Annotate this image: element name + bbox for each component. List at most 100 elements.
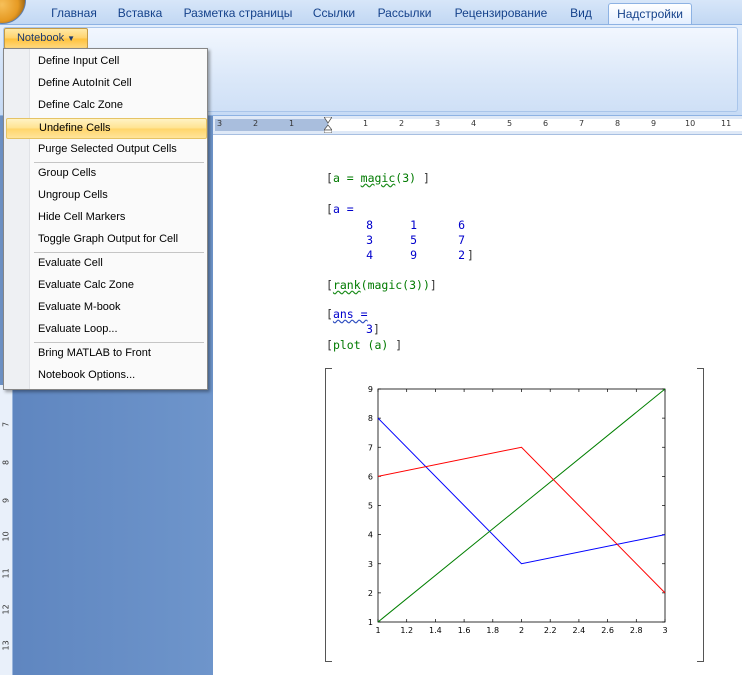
input-operator: = [339, 171, 361, 185]
x-tick-label: 2.6 [601, 626, 614, 635]
menu-item-evaluate-loop[interactable]: Evaluate Loop... [6, 319, 205, 340]
matrix-cell: 8 [366, 218, 373, 232]
output-matrix: 8 1 6 3 5 7 4 9 2 ] [353, 218, 474, 264]
tab-view[interactable]: Вид [562, 3, 600, 23]
matrix-cell: 2 [458, 248, 465, 262]
input-plot-command: plot (a) [332, 338, 389, 352]
menu-item-hide-cell-markers[interactable]: Hide Cell Markers [6, 207, 205, 228]
menu-item-define-autoinit-cell[interactable]: Define AutoInit Cell [6, 73, 205, 94]
ans-value: 3 [366, 322, 373, 336]
matrix-cell: 4 [366, 248, 373, 262]
output-cell-label: [a = [326, 202, 354, 216]
x-tick-label: 2 [519, 626, 524, 635]
menu-item-group-cells[interactable]: Group Cells [6, 163, 205, 184]
menu-item-label: Toggle Graph Output for Cell [38, 233, 179, 245]
vruler-number: 8 [1, 459, 11, 466]
matrix-cell: 7 [458, 233, 465, 247]
menu-item-label: Define AutoInit Cell [38, 77, 132, 89]
menu-item-evaluate-calc-zone[interactable]: Evaluate Calc Zone [6, 275, 205, 296]
tab-review[interactable]: Рецензирование [450, 3, 552, 23]
input-cell-magic[interactable]: [a = magic(3) ] [326, 171, 430, 185]
notebook-dropdown-menu: Define Input Cell Define AutoInit Cell D… [3, 48, 208, 390]
tab-home[interactable]: Главная [45, 3, 103, 23]
ruler-number: 10 [685, 119, 696, 128]
indent-marker-icon[interactable] [324, 117, 332, 133]
graph-output: 1 1.2 1.4 1.6 1.8 2 2.2 2.4 2.6 2.8 3 1 2 3 4 5 6 7 8 9 [325, 368, 705, 662]
y-tick-label: 6 [368, 472, 373, 481]
output-cell-ans: [ans = [326, 307, 368, 321]
ruler-number: 4 [471, 119, 477, 128]
menu-item-label: Evaluate M-book [38, 301, 121, 313]
menu-item-label: Define Calc Zone [38, 99, 123, 111]
matrix-cell: 9 [410, 248, 417, 262]
horizontal-ruler[interactable]: 3 2 1 1 2 3 4 5 6 7 8 9 10 11 [213, 116, 742, 135]
notebook-button-label: Notebook [16, 32, 65, 44]
menu-item-label: Purge Selected Output Cells [38, 143, 177, 155]
menu-item-define-calc-zone[interactable]: Define Calc Zone [6, 95, 205, 116]
y-tick-label: 9 [368, 385, 373, 394]
tab-addins[interactable]: Надстройки [608, 3, 692, 24]
menu-item-label: Define Input Cell [38, 55, 120, 67]
y-tick-label: 5 [368, 502, 373, 511]
ruler-number: 8 [615, 119, 621, 128]
ruler-number: 3 [217, 119, 223, 128]
x-tick-label: 1.8 [486, 626, 499, 635]
ruler-number: 11 [721, 119, 732, 128]
menu-item-label: Bring MATLAB to Front [38, 347, 151, 359]
graph-left-bracket [325, 368, 332, 662]
y-tick-label: 8 [368, 414, 373, 423]
menu-item-label: Undefine Cells [39, 122, 111, 134]
x-tick-label: 3 [662, 626, 667, 635]
menu-item-evaluate-cell[interactable]: Evaluate Cell [6, 253, 205, 274]
menu-item-ungroup-cells[interactable]: Ungroup Cells [6, 185, 205, 206]
tab-references[interactable]: Ссылки [306, 3, 362, 23]
input-cell-plot[interactable]: [plot (a) ] [326, 338, 402, 352]
output-label: a = [332, 202, 354, 216]
input-variable: a [332, 171, 340, 185]
input-function: rank [332, 278, 361, 292]
menu-item-notebook-options[interactable]: Notebook Options... [6, 365, 205, 386]
matrix-cell: 3 [366, 233, 373, 247]
matrix-cell: 1 [410, 218, 417, 232]
input-args: (3) [395, 171, 417, 185]
y-tick-label: 4 [368, 531, 373, 540]
x-tick-label: 1.6 [458, 626, 471, 635]
x-tick-label: 2.2 [544, 626, 557, 635]
ruler-number: 5 [507, 119, 513, 128]
menu-item-bring-matlab-front[interactable]: Bring MATLAB to Front [6, 343, 205, 364]
x-tick-label: 2.4 [573, 626, 586, 635]
x-tick-label: 1.4 [429, 626, 442, 635]
input-function: magic [360, 171, 396, 185]
document-page[interactable]: [a = magic(3) ] [a = 8 1 6 3 5 7 4 9 2 ]… [213, 135, 742, 675]
notebook-menu-button[interactable]: Notebook ▼ [4, 28, 88, 49]
menu-item-define-input-cell[interactable]: Define Input Cell [6, 51, 205, 72]
menu-item-label: Hide Cell Markers [38, 211, 126, 223]
input-cell-rank[interactable]: [rank(magic(3))] [326, 278, 437, 292]
office-button[interactable] [0, 0, 26, 24]
x-tick-label: 1 [375, 626, 380, 635]
vruler-number: 9 [1, 497, 11, 504]
y-tick-label: 7 [368, 443, 373, 452]
ruler-number: 1 [289, 119, 295, 128]
menu-item-label: Evaluate Cell [38, 257, 103, 269]
menu-item-label: Ungroup Cells [38, 189, 108, 201]
menu-item-evaluate-mbook[interactable]: Evaluate M-book [6, 297, 205, 318]
vruler-number: 10 [1, 531, 11, 542]
x-tick-label: 2.8 [630, 626, 643, 635]
menu-item-purge-output[interactable]: Purge Selected Output Cells [6, 139, 205, 160]
menu-item-toggle-graph-output[interactable]: Toggle Graph Output for Cell [6, 229, 205, 250]
vertical-ruler[interactable]: 7 8 9 10 11 12 13 [0, 385, 13, 675]
y-tick-label: 3 [368, 560, 373, 569]
tab-insert[interactable]: Вставка [110, 3, 170, 23]
output-ans-value: 3] [366, 322, 380, 336]
ruler-number: 2 [399, 119, 405, 128]
menu-item-undefine-cells[interactable]: Undefine Cells [6, 118, 207, 139]
tab-mailings[interactable]: Рассылки [371, 3, 438, 23]
vruler-number: 11 [1, 568, 11, 579]
ruler-number: 1 [363, 119, 369, 128]
tab-page-layout[interactable]: Разметка страницы [180, 3, 296, 23]
graph-right-bracket [697, 368, 704, 662]
matrix-cell: 5 [410, 233, 417, 247]
vruler-number: 13 [1, 640, 11, 651]
vruler-number: 7 [1, 421, 11, 428]
